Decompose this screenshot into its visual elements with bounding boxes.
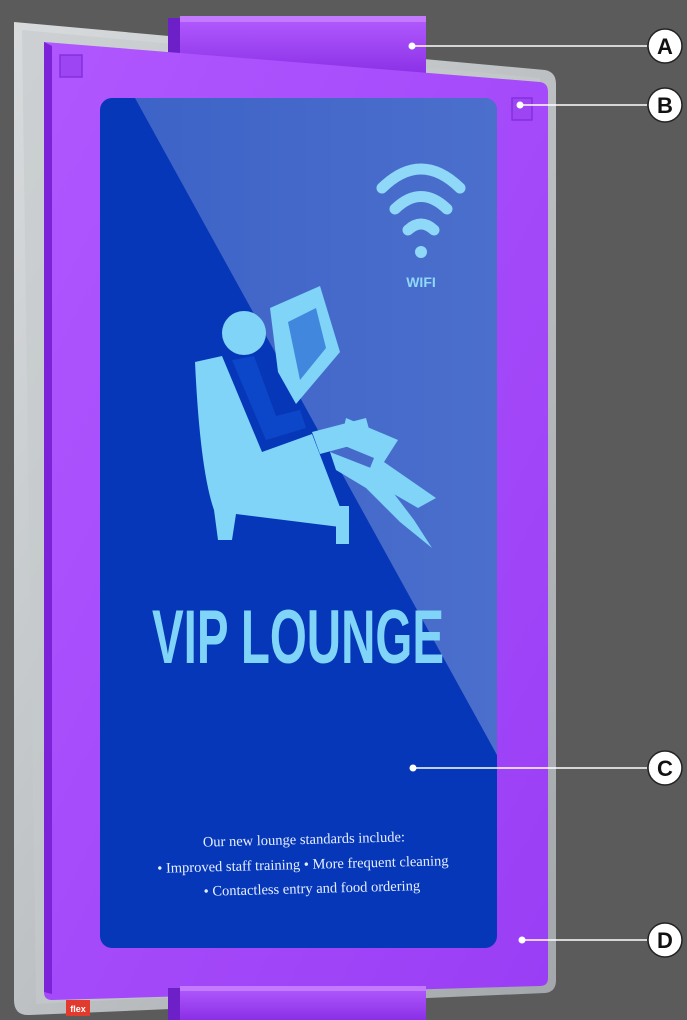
wifi-label: WIFI bbox=[406, 274, 436, 290]
svg-text:B: B bbox=[657, 93, 673, 118]
svg-text:flex: flex bbox=[70, 1004, 86, 1014]
corner-standoff-top-left bbox=[59, 54, 83, 78]
brand-logo: flex bbox=[66, 1000, 90, 1016]
bottom-cap-bar bbox=[168, 986, 426, 1020]
display-panel: WIFI VIP LOUNGE Our new lounge standards… bbox=[100, 98, 497, 948]
sign-title: VIP LOUNGE bbox=[152, 595, 444, 680]
callout-a: A bbox=[408, 28, 683, 64]
svg-text:C: C bbox=[657, 756, 673, 781]
product-diagram: WIFI VIP LOUNGE Our new lounge standards… bbox=[14, 16, 683, 1020]
svg-text:A: A bbox=[657, 34, 673, 59]
corner-standoff-top-right bbox=[511, 97, 533, 121]
svg-text:D: D bbox=[657, 928, 673, 953]
